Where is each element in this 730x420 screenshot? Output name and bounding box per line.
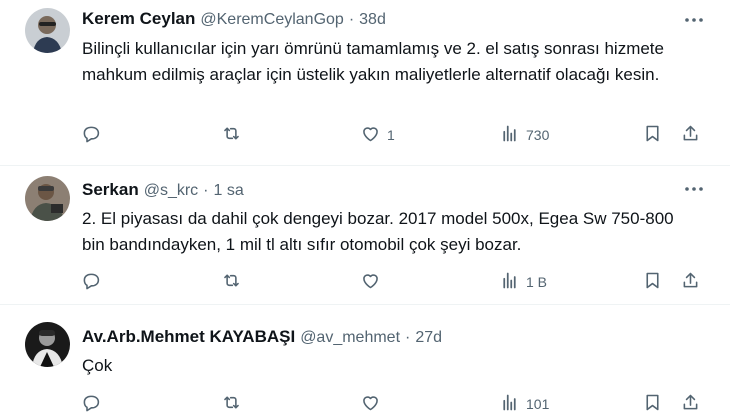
avatar[interactable] — [25, 8, 70, 53]
display-name[interactable]: Serkan — [82, 180, 139, 200]
retweet-icon — [221, 270, 242, 294]
bookmark-icon — [642, 392, 663, 416]
views-count: 730 — [526, 127, 550, 143]
views-icon — [499, 123, 520, 147]
retweet-icon — [221, 123, 242, 147]
views-button[interactable]: 730 — [499, 121, 549, 149]
separator: · — [405, 329, 411, 346]
user-handle[interactable]: @KeremCeylanGop — [200, 11, 343, 29]
views-icon — [499, 270, 520, 294]
display-name[interactable]: Av.Arb.Mehmet KAYABAŞI — [82, 327, 295, 347]
views-count: 101 — [526, 396, 550, 412]
tweet-header: Av.Arb.Mehmet KAYABAŞI @av_mehmet · 27d — [82, 327, 442, 347]
tweet[interactable]: Serkan @s_krc · 1 sa 2. El piyasası da d… — [0, 166, 730, 304]
bookmark-button[interactable] — [642, 121, 663, 149]
separator: · — [203, 182, 209, 199]
like-count: 1 — [387, 127, 395, 143]
avatar[interactable] — [25, 176, 70, 221]
bookmark-button[interactable] — [642, 268, 663, 296]
avatar[interactable] — [25, 322, 70, 367]
reply-button[interactable] — [80, 268, 101, 296]
tweet-header: Kerem Ceylan @KeremCeylanGop · 38d — [82, 9, 386, 29]
reply-icon — [80, 270, 101, 294]
share-button[interactable] — [680, 390, 701, 418]
like-button[interactable] — [360, 268, 381, 296]
user-handle[interactable]: @av_mehmet — [300, 329, 400, 347]
views-count: 1 B — [526, 274, 548, 290]
user-handle[interactable]: @s_krc — [144, 182, 198, 200]
like-icon — [360, 270, 381, 294]
timestamp[interactable]: 1 sa — [214, 182, 244, 200]
views-button[interactable]: 101 — [499, 390, 549, 418]
views-button[interactable]: 1 B — [499, 268, 547, 296]
more-icon[interactable] — [683, 9, 705, 31]
bookmark-icon — [642, 270, 663, 294]
bookmark-icon — [642, 123, 663, 147]
tweet[interactable]: Av.Arb.Mehmet KAYABAŞI @av_mehmet · 27d … — [0, 305, 730, 420]
tweet-header: Serkan @s_krc · 1 sa — [82, 180, 244, 200]
share-button[interactable] — [680, 268, 701, 296]
like-button[interactable] — [360, 390, 381, 418]
timestamp[interactable]: 27d — [415, 329, 442, 347]
separator: · — [348, 11, 355, 28]
tweet[interactable]: Kerem Ceylan @KeremCeylanGop · 38d Bilin… — [0, 0, 730, 165]
tweet-actions: 101 — [0, 390, 730, 418]
share-icon — [680, 392, 701, 416]
tweet-text: Bilinçli kullanıcılar için yarı ömrünü t… — [82, 39, 664, 84]
reply-icon — [80, 123, 101, 147]
share-icon — [680, 123, 701, 147]
display-name[interactable]: Kerem Ceylan — [82, 9, 195, 29]
tweet-text: Çok — [82, 356, 113, 375]
share-button[interactable] — [680, 121, 701, 149]
retweet-icon — [221, 392, 242, 416]
timestamp[interactable]: 38d — [359, 11, 386, 29]
reply-button[interactable] — [80, 121, 101, 149]
reply-button[interactable] — [80, 390, 101, 418]
tweet-text: 2. El piyasası da dahil çok dengeyi boza… — [82, 209, 674, 254]
reply-icon — [80, 392, 101, 416]
bookmark-button[interactable] — [642, 390, 663, 418]
like-button[interactable]: 1 — [360, 121, 395, 149]
retweet-button[interactable] — [221, 268, 242, 296]
retweet-button[interactable] — [221, 121, 242, 149]
retweet-button[interactable] — [221, 390, 242, 418]
like-icon — [360, 123, 381, 147]
like-icon — [360, 392, 381, 416]
views-icon — [499, 392, 520, 416]
more-icon[interactable] — [683, 178, 705, 200]
tweet-actions: 1 B — [0, 268, 730, 296]
tweet-actions: 1 730 — [0, 121, 730, 149]
share-icon — [680, 270, 701, 294]
